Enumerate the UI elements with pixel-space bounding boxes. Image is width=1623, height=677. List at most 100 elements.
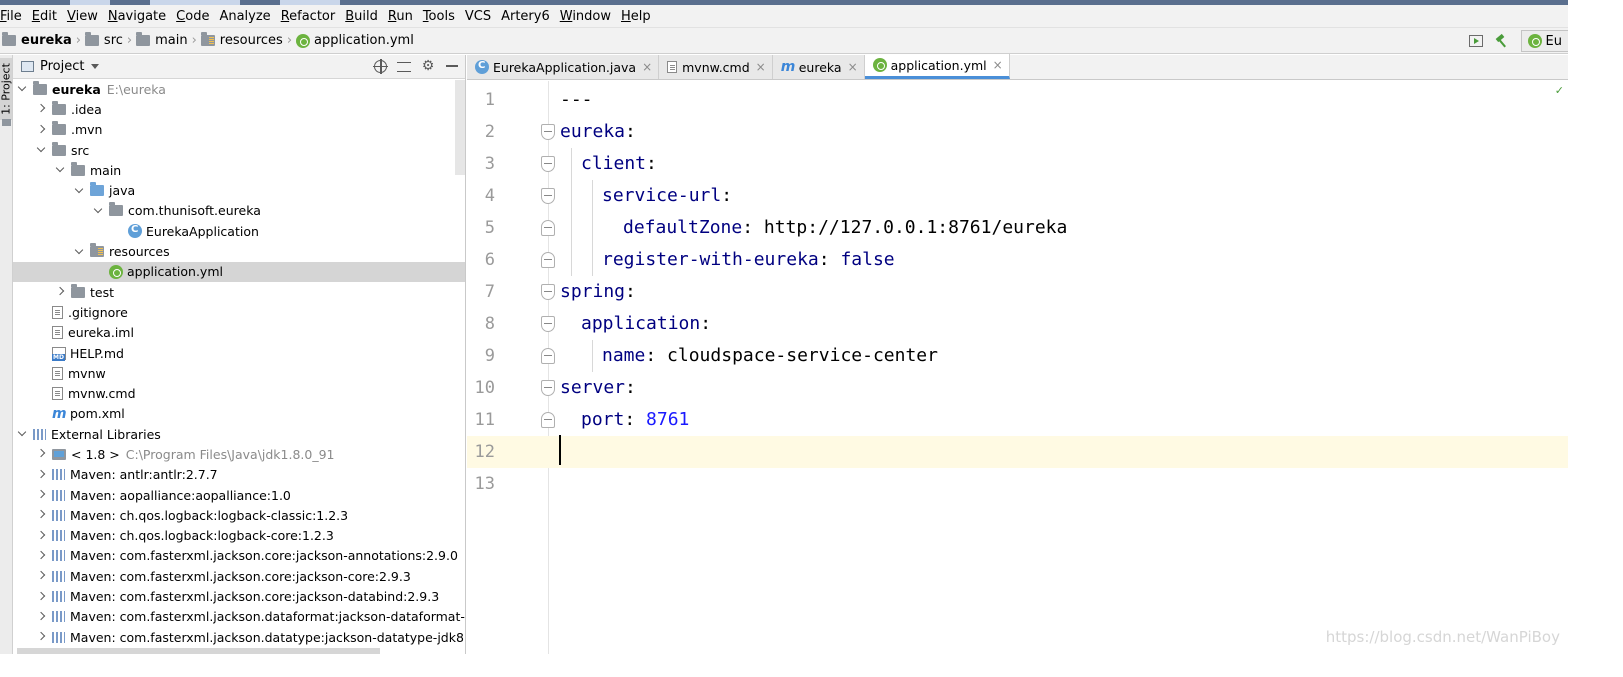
fold-open-icon[interactable] — [541, 124, 555, 140]
locate-file-icon[interactable] — [373, 58, 388, 74]
tree-item[interactable]: Maven: com.fasterxml.jackson.dataformat:… — [13, 607, 465, 627]
fold-open-icon[interactable] — [541, 284, 555, 300]
menu-edit[interactable]: Edit — [27, 9, 62, 24]
build-hammer-icon[interactable] — [1495, 34, 1509, 48]
chevron-right-icon[interactable] — [55, 287, 65, 297]
tree-item[interactable]: Maven: antlr:antlr:2.7.7 — [13, 465, 465, 485]
gear-icon[interactable]: ⚙ — [421, 59, 435, 73]
fold-open-icon[interactable] — [541, 316, 555, 332]
menu-view[interactable]: View — [62, 9, 103, 24]
breadcrumb-item[interactable]: main — [136, 32, 188, 48]
menu-build[interactable]: Build — [340, 9, 383, 24]
menu-mnemonic: N — [107, 8, 118, 24]
collapse-all-icon[interactable] — [397, 62, 411, 72]
tree-item[interactable]: java — [13, 180, 465, 200]
tree-item[interactable]: com.thunisoft.eureka — [13, 201, 465, 221]
tree-item[interactable]: m pom.xml — [13, 404, 465, 424]
editor-tab[interactable]: mvnw.cmd × — [659, 55, 773, 79]
menu-help[interactable]: Help — [616, 9, 656, 24]
tree-item[interactable]: External Libraries — [13, 424, 465, 444]
tree-item-label: resources — [109, 244, 170, 260]
chevron-right-icon[interactable] — [36, 449, 46, 459]
close-icon[interactable]: × — [756, 60, 766, 74]
chevron-down-icon[interactable] — [17, 429, 27, 439]
menu-window[interactable]: Window — [555, 9, 616, 24]
tree-item[interactable]: eureka.iml — [13, 323, 465, 343]
tree-item[interactable]: test — [13, 282, 465, 302]
chevron-down-icon[interactable] — [17, 84, 27, 94]
tree-item[interactable]: HELP.md — [13, 343, 465, 363]
close-icon[interactable]: × — [848, 60, 858, 74]
run-window-icon[interactable] — [1468, 35, 1483, 47]
chevron-right-icon[interactable] — [36, 592, 46, 602]
tree-item[interactable]: .gitignore — [13, 302, 465, 322]
chevron-down-icon[interactable] — [93, 206, 103, 216]
chevron-down-icon[interactable] — [91, 64, 100, 69]
chevron-right-icon[interactable] — [36, 531, 46, 541]
editor-tab[interactable]: application.yml × — [864, 54, 1010, 79]
fold-end-icon[interactable] — [541, 252, 555, 268]
tree-item[interactable]: src — [13, 140, 465, 160]
tree-item[interactable]: application.yml — [13, 261, 465, 282]
tree-item[interactable]: Maven: com.fasterxml.jackson.core:jackso… — [13, 546, 465, 566]
breadcrumb-item[interactable]: resources — [200, 32, 283, 48]
chevron-right-icon[interactable] — [36, 490, 46, 500]
project-panel-title[interactable]: Project — [40, 59, 84, 74]
menu-file[interactable]: File — [0, 9, 27, 24]
tree-item[interactable]: resources — [13, 241, 465, 261]
tree-item[interactable]: < 1.8 > C:\Program Files\Java\jdk1.8.0_91 — [13, 444, 465, 464]
menu-code[interactable]: Code — [171, 9, 214, 24]
fold-open-icon[interactable] — [541, 380, 555, 396]
chevron-down-icon[interactable] — [74, 247, 84, 257]
editor-tab[interactable]: m eureka × — [772, 55, 865, 79]
tree-item[interactable]: Maven: aopalliance:aopalliance:1.0 — [13, 485, 465, 505]
tree-item[interactable]: .mvn — [13, 120, 465, 140]
menu-refactor[interactable]: Refactor — [276, 9, 341, 24]
tree-item[interactable]: eureka E:\eureka — [13, 79, 465, 99]
chevron-right-icon[interactable] — [36, 125, 46, 135]
chevron-right-icon[interactable] — [36, 104, 46, 114]
chevron-down-icon[interactable] — [36, 145, 46, 155]
menu-artery6[interactable]: Artery6 — [496, 9, 555, 24]
chevron-right-icon[interactable] — [36, 571, 46, 581]
menu-analyze[interactable]: Analyze — [214, 9, 275, 24]
close-icon[interactable]: × — [642, 60, 652, 74]
code-text: application: — [581, 308, 711, 340]
code-editor[interactable]: ✓ https://blog.csdn.net/WanPiBoy 1 --- 2 eu… — [467, 81, 1568, 654]
chevron-right-icon[interactable] — [36, 470, 46, 480]
chevron-right-icon[interactable] — [36, 632, 46, 642]
menu-vcs[interactable]: VCS — [460, 9, 496, 24]
run-config-selector[interactable]: Eu — [1520, 30, 1568, 52]
tree-item[interactable]: mvnw.cmd — [13, 383, 465, 403]
tree-horizontal-scrollbar[interactable] — [17, 648, 380, 654]
chevron-down-icon[interactable] — [74, 186, 84, 196]
tree-vertical-scrollbar[interactable] — [455, 80, 465, 175]
fold-open-icon[interactable] — [541, 188, 555, 204]
fold-end-icon[interactable] — [541, 412, 555, 428]
tree-item[interactable]: main — [13, 160, 465, 180]
breadcrumb-item[interactable]: src — [84, 32, 123, 48]
tree-item[interactable]: Maven: ch.qos.logback:logback-core:1.2.3 — [13, 526, 465, 546]
fold-end-icon[interactable] — [541, 220, 555, 236]
editor-tab[interactable]: EurekaApplication.java × — [467, 55, 660, 79]
close-icon[interactable]: × — [993, 58, 1003, 72]
tree-item[interactable]: Maven: com.fasterxml.jackson.core:jackso… — [13, 586, 465, 606]
breadcrumb-item[interactable]: application.yml — [296, 33, 414, 48]
tree-item[interactable]: mvnw — [13, 363, 465, 383]
tree-item[interactable]: .idea — [13, 99, 465, 119]
tree-item[interactable]: Maven: com.fasterxml.jackson.datatype:ja… — [13, 627, 465, 647]
chevron-right-icon[interactable] — [36, 510, 46, 520]
breadcrumb-item[interactable]: eureka — [2, 32, 72, 48]
fold-open-icon[interactable] — [541, 156, 555, 172]
chevron-right-icon[interactable] — [36, 612, 46, 622]
menu-tools[interactable]: Tools — [418, 9, 460, 24]
menu-navigate[interactable]: Navigate — [103, 9, 171, 24]
fold-end-icon[interactable] — [541, 348, 555, 364]
tree-item[interactable]: EurekaApplication — [13, 221, 465, 241]
menu-run[interactable]: Run — [383, 9, 418, 24]
hide-panel-icon[interactable] — [445, 59, 459, 73]
chevron-right-icon[interactable] — [36, 551, 46, 561]
tree-item[interactable]: Maven: ch.qos.logback:logback-classic:1.… — [13, 505, 465, 525]
chevron-down-icon[interactable] — [55, 165, 65, 175]
tree-item[interactable]: Maven: com.fasterxml.jackson.core:jackso… — [13, 566, 465, 586]
